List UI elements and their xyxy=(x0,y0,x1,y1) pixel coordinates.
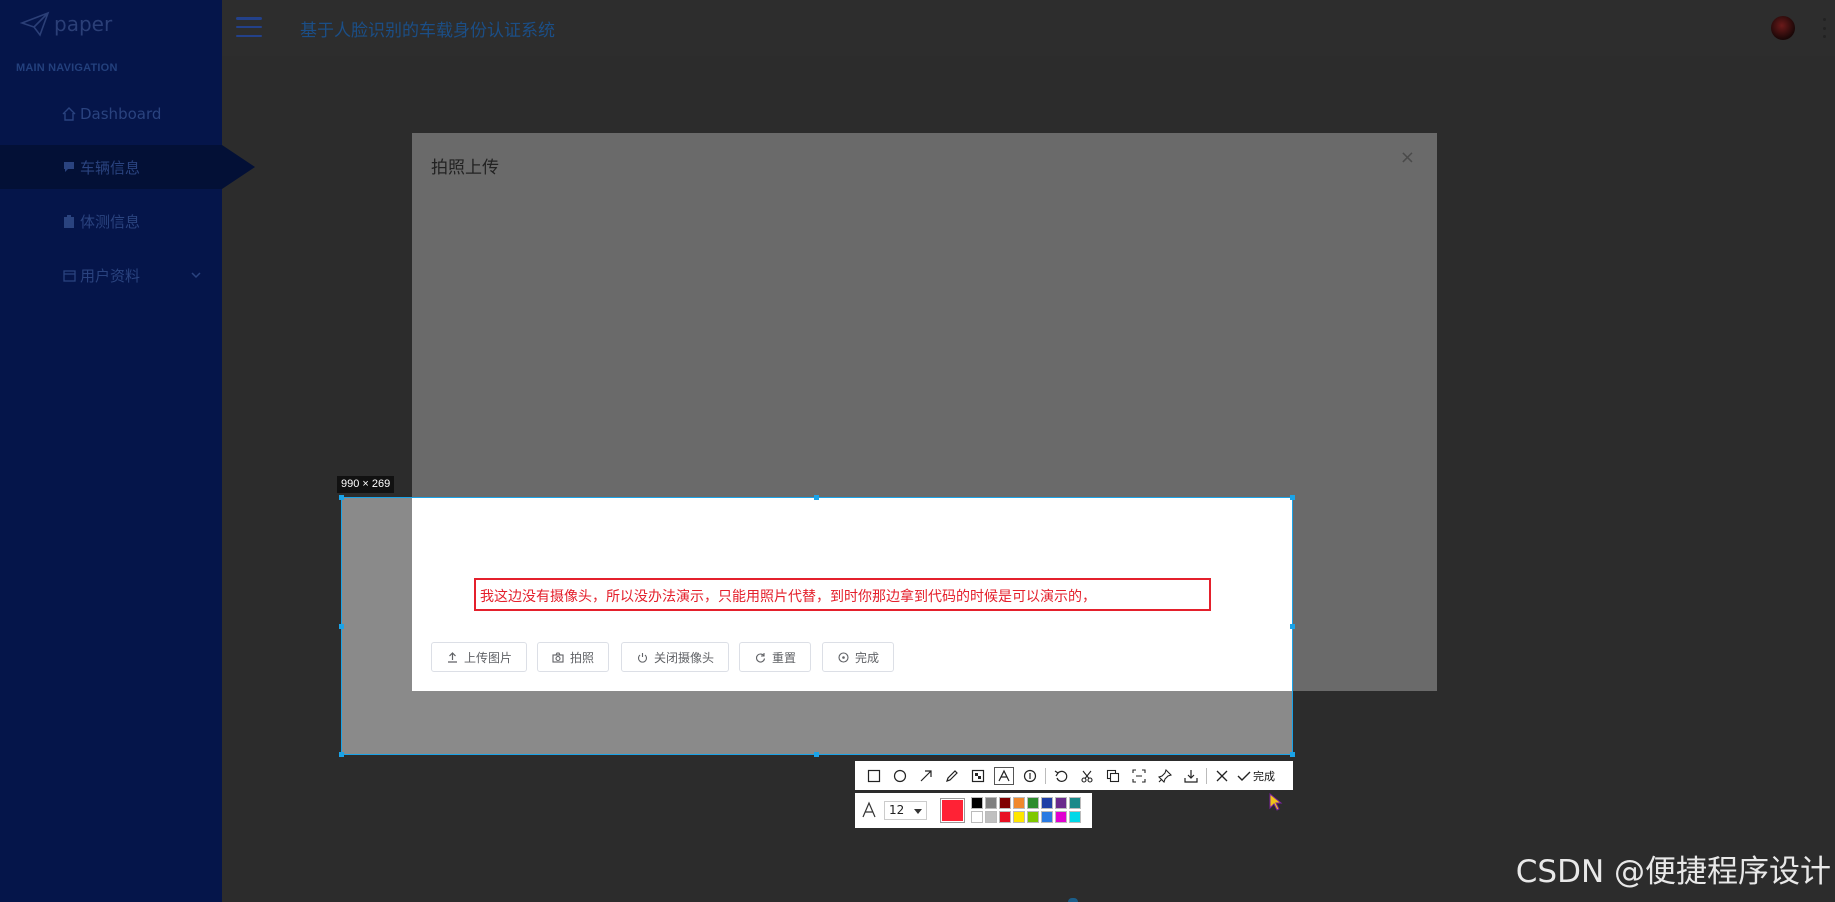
nav-header: MAIN NAVIGATION xyxy=(16,62,118,74)
sidebar-item-label: 车辆信息 xyxy=(80,158,141,177)
upload-image-button[interactable]: 上传图片 xyxy=(431,642,528,672)
save-icon[interactable] xyxy=(1178,764,1204,788)
button-label: 上传图片 xyxy=(464,650,513,665)
reset-button[interactable]: 重置 xyxy=(739,642,812,672)
text-style-toolbar: 12 xyxy=(855,793,1092,828)
scroll-indicator xyxy=(1068,898,1078,902)
done-label: 完成 xyxy=(1253,769,1275,783)
done-button[interactable]: 完成 xyxy=(1237,768,1275,784)
dialog-title: 拍照上传 xyxy=(431,158,499,178)
sidebar-item-user-profile[interactable]: 用户资料 xyxy=(0,253,222,297)
sidebar-item-vehicle-info[interactable]: 车辆信息 xyxy=(0,145,255,189)
color-swatch[interactable] xyxy=(999,811,1011,823)
clipboard-icon xyxy=(62,214,76,228)
resize-handle[interactable] xyxy=(1290,752,1295,757)
button-label: 关闭摄像头 xyxy=(654,650,715,665)
capture-selection-border[interactable] xyxy=(341,497,1293,755)
sidebar-item-fitness-info[interactable]: 体测信息 xyxy=(0,199,222,243)
watermark: CSDN @便捷程序设计 xyxy=(1515,854,1831,890)
sidebar-item-dashboard[interactable]: Dashboard xyxy=(0,92,222,136)
ocr-icon[interactable] xyxy=(1126,764,1152,788)
close-camera-button[interactable]: 关闭摄像头 xyxy=(621,642,730,672)
current-color-swatch[interactable] xyxy=(940,798,965,823)
number-icon[interactable] xyxy=(1017,764,1043,788)
color-swatch[interactable] xyxy=(1055,797,1067,809)
chat-icon xyxy=(62,160,76,174)
resize-handle[interactable] xyxy=(339,624,344,629)
color-swatch[interactable] xyxy=(1069,797,1081,809)
toolbar-divider xyxy=(1045,767,1046,784)
paper-plane-icon xyxy=(20,11,50,37)
sidebar: paper MAIN NAVIGATION Dashboard 车辆信息 体测信… xyxy=(0,0,255,902)
color-swatch[interactable] xyxy=(999,797,1011,809)
chevron-down-icon xyxy=(190,267,202,285)
color-swatch[interactable] xyxy=(1055,811,1067,823)
capture-size-label: 990 × 269 xyxy=(337,476,395,493)
color-swatch[interactable] xyxy=(1027,811,1039,823)
resize-handle[interactable] xyxy=(339,495,344,500)
button-label: 拍照 xyxy=(570,650,595,665)
sidebar-item-label: Dashboard xyxy=(80,105,162,123)
top-bar: 基于人脸识别的车载身份认证系统 xyxy=(222,0,1835,56)
button-label: 重置 xyxy=(772,650,797,665)
resize-handle[interactable] xyxy=(814,752,819,757)
take-photo-button[interactable]: 拍照 xyxy=(537,642,610,672)
sidebar-item-label: 用户资料 xyxy=(80,266,141,285)
rectangle-icon[interactable] xyxy=(861,764,887,788)
copy-icon[interactable] xyxy=(1100,764,1126,788)
refresh-icon xyxy=(754,651,766,663)
resize-handle[interactable] xyxy=(339,752,344,757)
color-swatch[interactable] xyxy=(971,811,983,823)
font-icon xyxy=(861,801,877,823)
annotation-box[interactable]: 我这边没有摄像头，所以没办法演示，只能用照片代替，到时你那边拿到代码的时候是可以… xyxy=(474,578,1211,611)
upload-icon xyxy=(446,651,458,663)
color-palette xyxy=(971,797,1081,823)
home-icon xyxy=(62,107,76,121)
color-swatch[interactable] xyxy=(1041,797,1053,809)
undo-icon[interactable] xyxy=(1048,764,1074,788)
arrow-icon[interactable] xyxy=(913,764,939,788)
camera-icon xyxy=(552,651,564,663)
color-swatch[interactable] xyxy=(971,797,983,809)
sidebar-item-label: 体测信息 xyxy=(80,212,141,231)
color-swatch[interactable] xyxy=(985,797,997,809)
mouse-cursor-icon xyxy=(1269,792,1283,815)
mosaic-icon[interactable] xyxy=(965,764,991,788)
color-swatch[interactable] xyxy=(985,811,997,823)
finish-button[interactable]: 完成 xyxy=(822,642,895,672)
font-size-select[interactable]: 12 xyxy=(884,801,927,820)
app-title: 基于人脸识别的车载身份认证系统 xyxy=(300,21,555,41)
cancel-icon[interactable] xyxy=(1209,764,1235,788)
power-icon xyxy=(636,651,648,663)
resize-handle[interactable] xyxy=(1290,495,1295,500)
menu-toggle-icon[interactable] xyxy=(236,17,262,37)
color-swatch[interactable] xyxy=(1027,797,1039,809)
ellipse-icon[interactable] xyxy=(887,764,913,788)
color-swatch[interactable] xyxy=(1013,797,1025,809)
capture-toolbar: 完成 xyxy=(855,761,1293,790)
avatar[interactable] xyxy=(1771,16,1795,40)
logo-text: paper xyxy=(54,12,113,36)
pen-icon[interactable] xyxy=(939,764,965,788)
text-icon[interactable] xyxy=(991,764,1017,788)
annotation-text: 我这边没有摄像头，所以没办法演示，只能用照片代替，到时你那边拿到代码的时候是可以… xyxy=(480,589,1096,605)
close-icon[interactable]: × xyxy=(1400,147,1415,168)
check-icon xyxy=(1237,771,1251,781)
cut-icon[interactable] xyxy=(1074,764,1100,788)
more-vertical-icon[interactable] xyxy=(1821,18,1827,38)
button-label: 完成 xyxy=(855,650,880,665)
caret-down-icon xyxy=(914,809,922,814)
font-size-value: 12 xyxy=(889,803,905,817)
color-swatch[interactable] xyxy=(1069,811,1081,823)
pin-icon[interactable] xyxy=(1152,764,1178,788)
resize-handle[interactable] xyxy=(814,495,819,500)
color-swatch[interactable] xyxy=(1013,811,1025,823)
color-swatch[interactable] xyxy=(1041,811,1053,823)
logo[interactable]: paper xyxy=(20,10,112,38)
circle-check-icon xyxy=(837,651,849,663)
resize-handle[interactable] xyxy=(1290,624,1295,629)
toolbar-divider xyxy=(1206,767,1207,784)
calendar-icon xyxy=(62,268,76,282)
